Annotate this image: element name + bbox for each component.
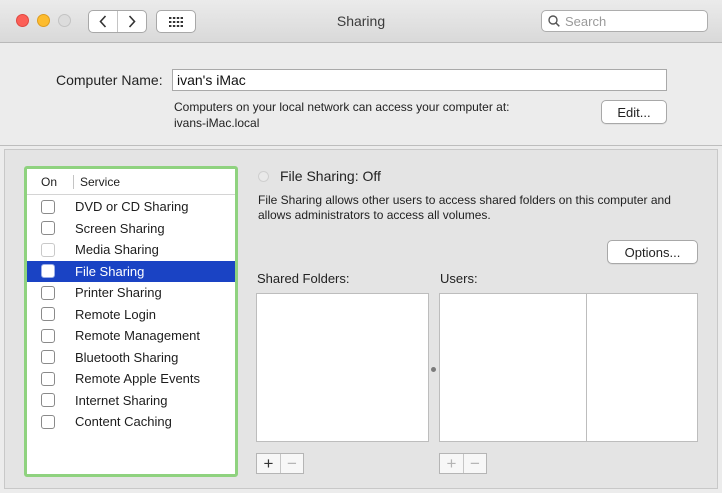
service-checkbox[interactable]	[41, 350, 55, 365]
service-checkbox[interactable]	[41, 242, 55, 257]
service-name: Remote Apple Events	[75, 371, 201, 387]
section-divider	[0, 145, 722, 146]
status-indicator-icon	[258, 171, 269, 182]
service-checkbox[interactable]	[41, 307, 55, 322]
computer-name-section: Computer Name: Computers on your local n…	[0, 43, 722, 146]
service-name: Internet Sharing	[75, 392, 168, 408]
column-header-service[interactable]: Service	[74, 175, 120, 189]
service-checkbox[interactable]	[41, 414, 55, 429]
column-header-on[interactable]: On	[27, 174, 74, 189]
service-rows: DVD or CD Sharing Screen Sharing Media Sha…	[27, 196, 235, 433]
service-row[interactable]: Bluetooth Sharing	[27, 347, 235, 369]
add-user-button[interactable]: +	[440, 454, 463, 473]
service-name: Remote Login	[75, 306, 156, 322]
remove-user-button[interactable]: −	[463, 454, 486, 473]
service-row[interactable]: Internet Sharing	[27, 390, 235, 412]
service-list-header: On Service	[27, 169, 235, 195]
service-description: File Sharing allows other users to acces…	[258, 193, 671, 222]
service-row[interactable]: Remote Login	[27, 304, 235, 326]
service-row[interactable]: Content Caching	[27, 411, 235, 433]
users-label: Users:	[440, 271, 478, 286]
search-field[interactable]	[541, 10, 708, 32]
shared-folders-list[interactable]	[256, 293, 429, 442]
users-list[interactable]	[439, 293, 587, 442]
title-bar: Sharing	[0, 0, 722, 43]
shared-folders-label: Shared Folders:	[257, 271, 350, 286]
split-view-handle[interactable]	[431, 367, 436, 372]
service-row[interactable]: DVD or CD Sharing	[27, 196, 235, 218]
service-name: Printer Sharing	[75, 285, 162, 301]
service-row[interactable]: Screen Sharing	[27, 218, 235, 240]
search-input[interactable]	[565, 13, 695, 29]
service-name: Media Sharing	[75, 242, 159, 258]
service-checkbox[interactable]	[41, 393, 55, 408]
service-checkbox[interactable]	[41, 328, 55, 343]
users-add-remove: + −	[439, 453, 487, 474]
service-list[interactable]: On Service DVD or CD Sharing Screen Shari…	[24, 166, 238, 477]
service-checkbox[interactable]	[41, 264, 55, 279]
service-row[interactable]: Media Sharing	[27, 239, 235, 261]
service-checkbox[interactable]	[41, 371, 55, 386]
options-button[interactable]: Options...	[607, 240, 698, 264]
service-row[interactable]: File Sharing	[27, 260, 235, 282]
network-address-text: Computers on your local network can acce…	[174, 100, 510, 114]
sharing-status: File Sharing: Off	[280, 168, 381, 184]
network-address-description: Computers on your local network can acce…	[174, 99, 509, 131]
service-row[interactable]: Printer Sharing	[27, 282, 235, 304]
service-checkbox[interactable]	[41, 285, 55, 300]
service-name: DVD or CD Sharing	[75, 199, 189, 215]
service-row[interactable]: Remote Apple Events	[27, 368, 235, 390]
remove-shared-folder-button[interactable]: −	[280, 454, 303, 473]
add-shared-folder-button[interactable]: +	[257, 454, 280, 473]
edit-button[interactable]: Edit...	[601, 100, 667, 124]
service-name: Bluetooth Sharing	[75, 349, 179, 365]
service-checkbox[interactable]	[41, 199, 55, 214]
service-row[interactable]: Remote Management	[27, 325, 235, 347]
network-hostname: ivans-iMac.local	[174, 116, 260, 130]
service-name: File Sharing	[75, 263, 145, 279]
computer-name-label: Computer Name:	[56, 72, 163, 88]
computer-name-field[interactable]	[172, 69, 667, 91]
search-icon	[548, 15, 560, 27]
service-name: Remote Management	[75, 328, 201, 344]
user-permissions-list[interactable]	[586, 293, 698, 442]
service-name: Content Caching	[75, 414, 172, 430]
service-name: Screen Sharing	[75, 220, 165, 236]
service-checkbox[interactable]	[41, 221, 55, 236]
shared-folders-add-remove: + −	[256, 453, 304, 474]
